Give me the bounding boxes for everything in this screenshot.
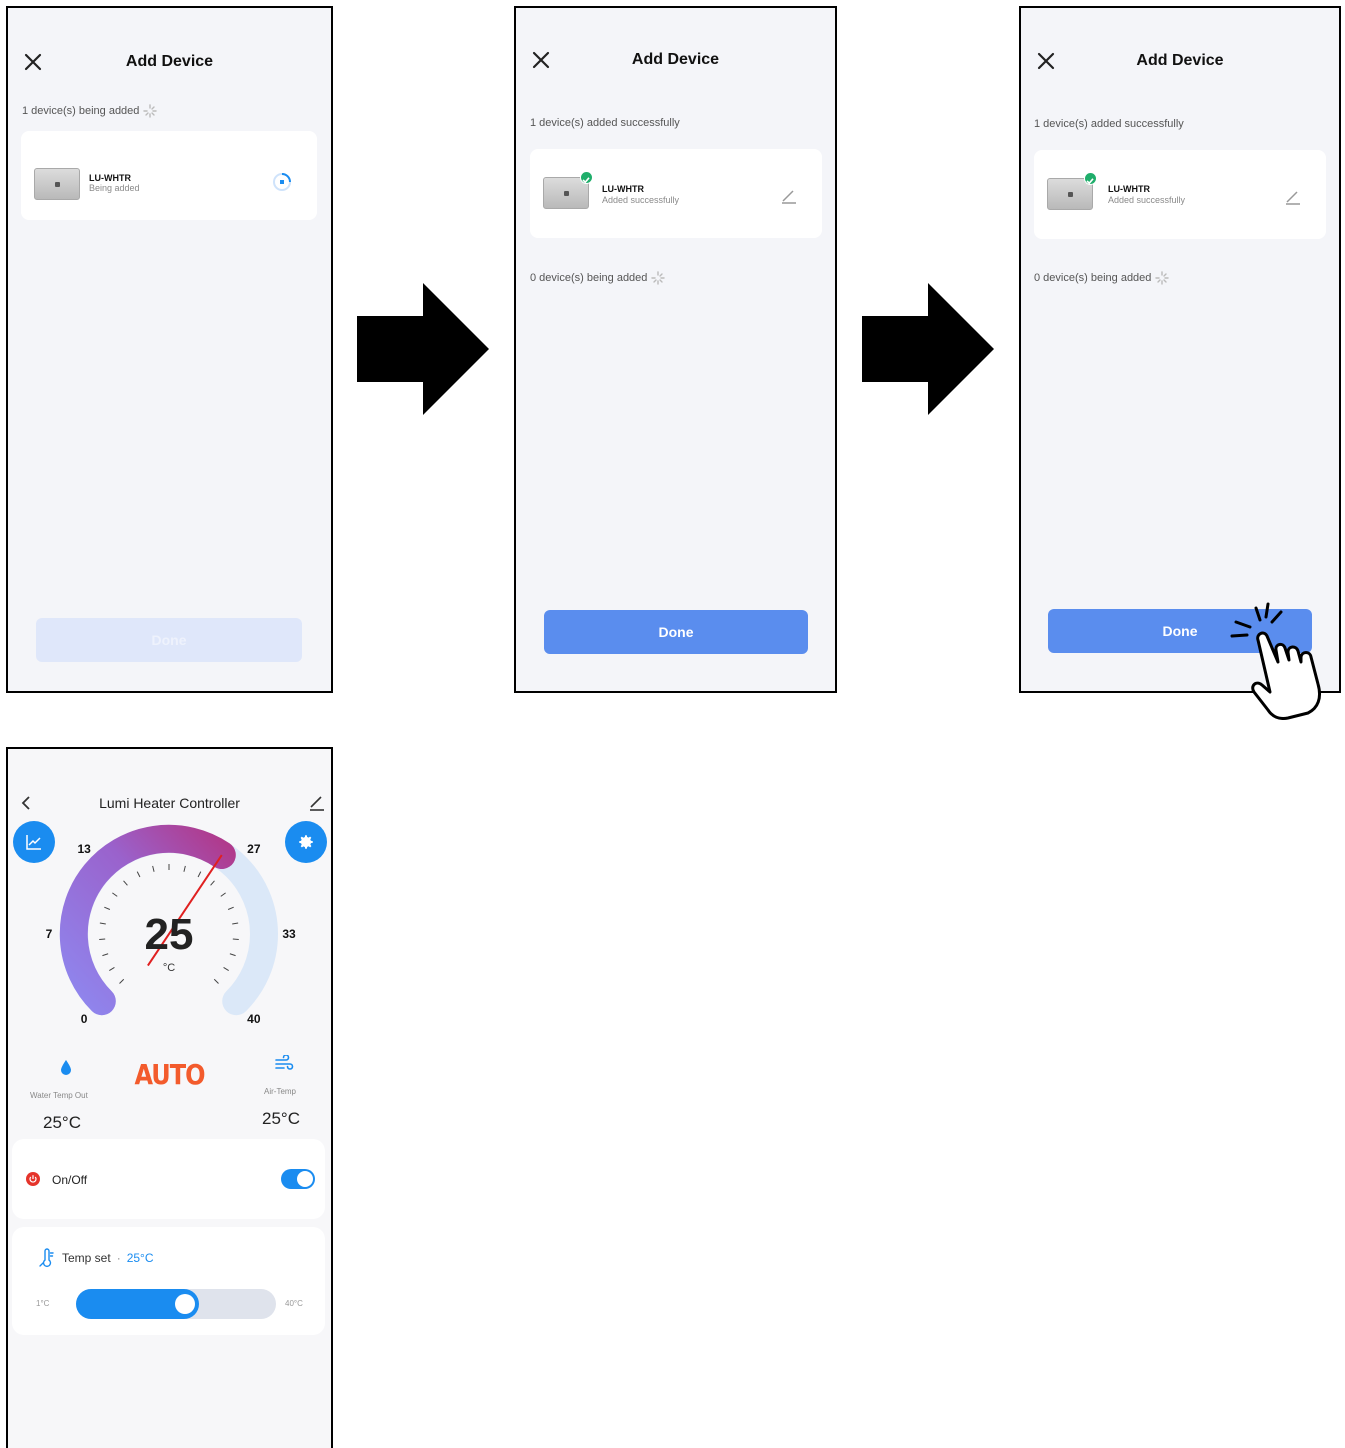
status-label: 1 device(s) being added	[22, 105, 140, 117]
gauge-tick-label: 20	[162, 819, 176, 821]
gauge-tick	[213, 978, 219, 984]
gauge-tick-label: 33	[282, 927, 296, 941]
gauge-tick	[152, 865, 155, 872]
gauge-tick-label: 40	[247, 1012, 261, 1026]
spinner-icon	[143, 104, 158, 118]
done-button[interactable]: Done	[36, 618, 302, 662]
device-name: LU-WHTR	[1108, 184, 1150, 194]
add-device-screen-success: Add Device 1 device(s) added successfull…	[514, 6, 837, 693]
device-card: LU-WHTR Being added	[21, 131, 317, 220]
add-device-screen-tap-done: Add Device 1 device(s) added successfull…	[1019, 6, 1341, 693]
gauge-tick	[102, 953, 109, 957]
gauge-tick	[227, 906, 234, 910]
onoff-panel: On/Off	[12, 1139, 325, 1219]
water-temp-label: Water Temp Out	[30, 1091, 88, 1100]
gauge-tick	[223, 967, 229, 972]
spinner-icon	[651, 271, 666, 285]
temp-set-panel: Temp set · 25°C 1°C 40°C	[12, 1227, 325, 1335]
done-button[interactable]: Done	[544, 610, 808, 654]
device-title: Lumi Heater Controller	[99, 795, 240, 811]
pencil-icon[interactable]	[1284, 188, 1302, 206]
gauge-tick	[123, 880, 128, 886]
water-temp-value: 25°C	[43, 1113, 81, 1132]
gauge-tick	[197, 871, 202, 878]
page-title: Add Device	[1136, 52, 1224, 69]
device-card: LU-WHTR Added successfully	[1034, 150, 1326, 239]
device-state: Added successfully	[602, 195, 680, 205]
arrow-right-icon	[862, 283, 994, 415]
air-temp-label: Air-Temp	[264, 1087, 297, 1096]
page-title: Add Device	[125, 53, 214, 70]
gauge-tick-label: 7	[46, 927, 53, 941]
pencil-icon[interactable]	[780, 187, 798, 205]
thermometer-icon	[39, 1248, 54, 1268]
gauge-tick	[109, 967, 115, 972]
gauge-tick	[210, 880, 215, 886]
gauge-tick	[104, 906, 111, 910]
temp-set-label: Temp set	[62, 1251, 111, 1265]
add-device-screen-adding: Add Device 1 device(s) being added LU-WH…	[6, 6, 333, 693]
gauge-value: 25	[145, 910, 194, 959]
gauge-unit: °C	[163, 962, 175, 974]
device-thumbnail	[34, 168, 80, 200]
temperature-gauge: 0 7 13 20 27 33 40 25 °C	[46, 819, 296, 1026]
device-card: LU-WHTR Added successfully	[530, 149, 822, 238]
gauge-tick-label: 27	[247, 842, 261, 856]
power-icon	[26, 1172, 40, 1186]
status-text-secondary: 0 device(s) being added	[530, 271, 666, 285]
page-title: Add Device	[631, 51, 720, 68]
status-text: 1 device(s) added successfully	[530, 117, 680, 129]
device-name: LU-WHTR	[89, 173, 131, 183]
gauge-tick	[112, 892, 118, 897]
arrow-right-icon	[357, 283, 489, 415]
edit-icon[interactable]	[308, 795, 326, 811]
gauge-tick	[220, 892, 226, 897]
status-text: 1 device(s) being added	[22, 104, 158, 118]
status-label: 0 device(s) being added	[530, 272, 648, 284]
status-text-secondary: 0 device(s) being added	[1034, 271, 1170, 285]
temp-set-value: 25°C	[126, 1251, 154, 1265]
gauge-tick	[229, 953, 236, 957]
heater-controller-screen: Lumi Heater Controller 0 7 13 20 27 33 40 25 °…	[6, 747, 333, 1448]
onoff-label: On/Off	[52, 1173, 88, 1187]
slider-max-label: 40°C	[285, 1299, 303, 1308]
check-icon	[580, 171, 593, 184]
gauge-tick	[232, 922, 239, 925]
device-state: Added successfully	[1108, 195, 1186, 205]
gauge-tick	[119, 978, 125, 984]
gauge-tick	[136, 871, 141, 878]
status-label: 0 device(s) being added	[1034, 272, 1152, 284]
gauge-tick	[99, 922, 106, 925]
air-temp-value: 25°C	[262, 1109, 300, 1128]
temp-slider-knob[interactable]	[175, 1294, 195, 1314]
gauge-tick-label: 0	[81, 1012, 88, 1026]
temp-set-row: Temp set · 25°C	[62, 1251, 154, 1265]
tap-hand-icon	[1230, 602, 1322, 720]
device-name: LU-WHTR	[602, 184, 644, 194]
power-toggle[interactable]	[281, 1169, 315, 1189]
progress-spinner-icon	[273, 173, 291, 191]
status-text: 1 device(s) added successfully	[1034, 118, 1184, 130]
gauge-tick	[183, 865, 186, 872]
temp-slider[interactable]	[76, 1289, 276, 1319]
wind-icon	[275, 1055, 294, 1070]
device-state: Being added	[89, 183, 140, 193]
check-icon	[1084, 172, 1097, 185]
slider-min-label: 1°C	[36, 1299, 50, 1308]
gauge-tick-label: 13	[77, 842, 91, 856]
temp-set-separator: ·	[116, 1251, 121, 1265]
spinner-icon	[1155, 271, 1170, 285]
